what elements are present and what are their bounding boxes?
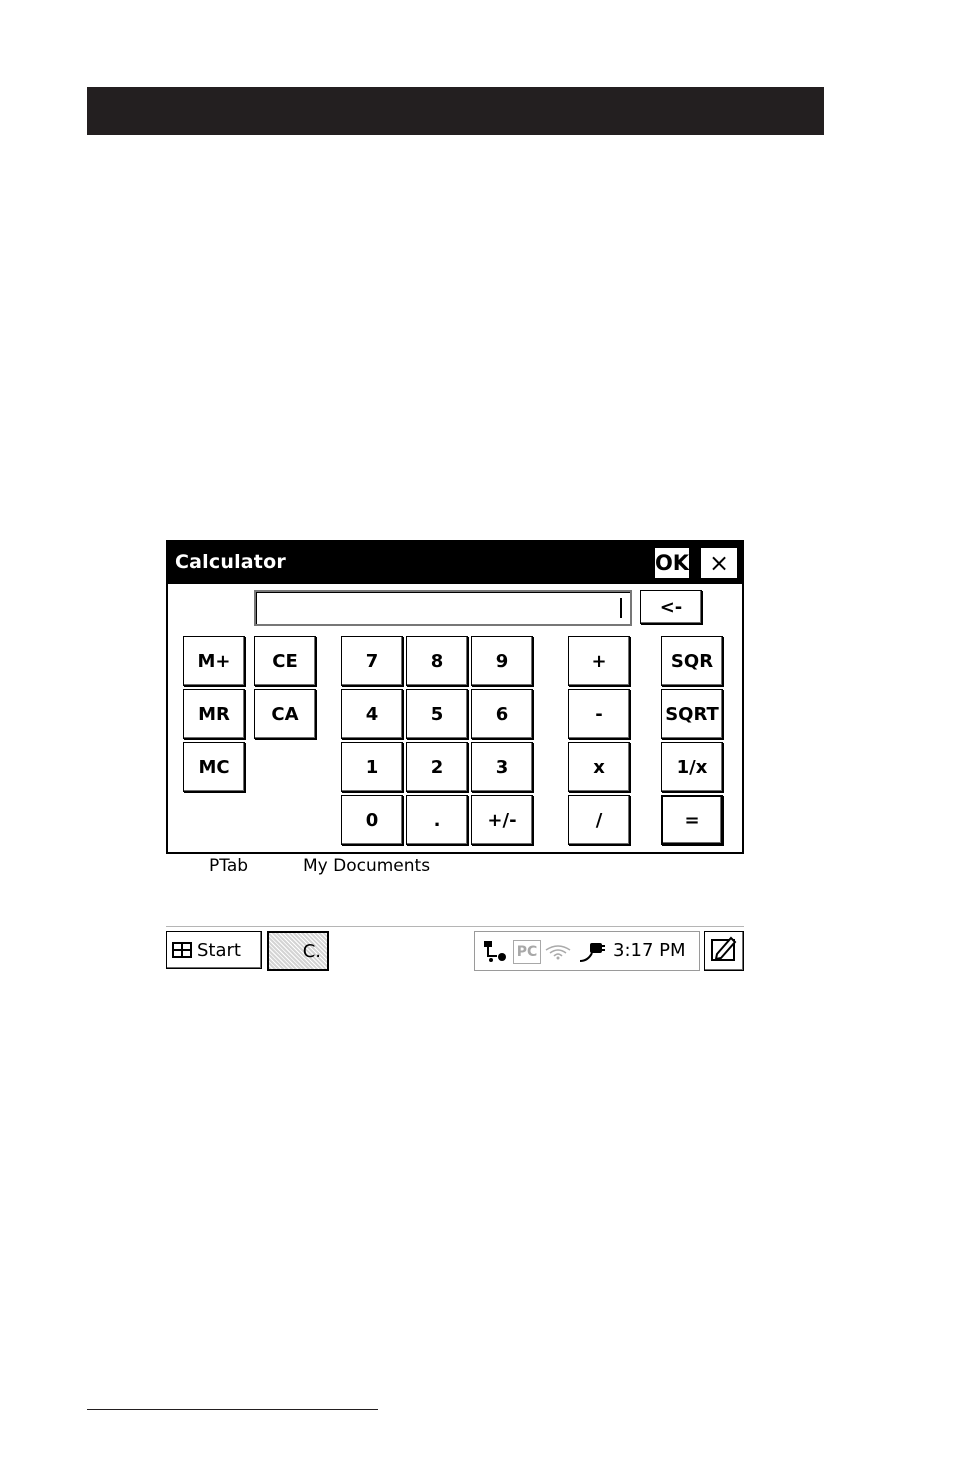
add-button[interactable]: + — [568, 636, 630, 686]
start-label: Start — [197, 939, 241, 961]
calculator-window: Calculator OK × <- M+ CE MR CA MC 7 8 9 … — [166, 540, 744, 854]
memory-clear-button[interactable]: MC — [183, 742, 245, 792]
digit-4-button[interactable]: 4 — [341, 689, 403, 739]
taskbar-calculator-item[interactable]: C. — [267, 931, 329, 971]
desktop-label-ptab[interactable]: PTab — [209, 856, 248, 876]
window-title: Calculator — [175, 551, 286, 573]
desktop-label-my-documents[interactable]: My Documents — [303, 856, 430, 876]
equals-button[interactable]: = — [661, 795, 723, 845]
text-caret — [620, 598, 622, 618]
digit-1-button[interactable]: 1 — [341, 742, 403, 792]
digit-5-button[interactable]: 5 — [406, 689, 468, 739]
desktop-labels: PTab My Documents — [0, 856, 954, 880]
digit-3-button[interactable]: 3 — [471, 742, 533, 792]
clear-entry-button[interactable]: CE — [254, 636, 316, 686]
taskbar: Start C. PC 3:17 PM — [166, 926, 744, 973]
square-button[interactable]: SQR — [661, 636, 723, 686]
input-panel-icon — [709, 934, 739, 968]
digit-8-button[interactable]: 8 — [406, 636, 468, 686]
power-plug-icon[interactable] — [575, 940, 607, 964]
reciprocal-button[interactable]: 1/x — [661, 742, 723, 792]
subtract-button[interactable]: - — [568, 689, 630, 739]
clear-all-button[interactable]: CA — [254, 689, 316, 739]
footer-rule — [87, 1409, 378, 1410]
memory-add-button[interactable]: M+ — [183, 636, 245, 686]
multiply-button[interactable]: x — [568, 742, 630, 792]
square-root-button[interactable]: SQRT — [661, 689, 723, 739]
memory-recall-button[interactable]: MR — [183, 689, 245, 739]
page-header-bar — [87, 87, 824, 135]
network-icon[interactable] — [481, 940, 511, 964]
title-bar: Calculator OK × — [168, 542, 742, 584]
digit-7-button[interactable]: 7 — [341, 636, 403, 686]
start-button[interactable]: Start — [166, 931, 262, 969]
system-tray: PC 3:17 PM — [474, 931, 700, 971]
close-button[interactable]: × — [700, 547, 738, 579]
task-label: C. — [302, 940, 321, 962]
pc-connection-icon[interactable]: PC — [513, 940, 541, 964]
digit-2-button[interactable]: 2 — [406, 742, 468, 792]
digit-9-button[interactable]: 9 — [471, 636, 533, 686]
digit-0-button[interactable]: 0 — [341, 795, 403, 845]
plus-minus-button[interactable]: +/- — [471, 795, 533, 845]
input-panel-button[interactable] — [704, 931, 744, 971]
display-field[interactable] — [254, 590, 632, 626]
ok-button[interactable]: OK — [654, 547, 690, 579]
divide-button[interactable]: / — [568, 795, 630, 845]
decimal-point-button[interactable]: . — [406, 795, 468, 845]
digit-6-button[interactable]: 6 — [471, 689, 533, 739]
start-windows-icon — [171, 939, 193, 961]
clock[interactable]: 3:17 PM — [613, 940, 686, 961]
backspace-button[interactable]: <- — [640, 590, 702, 624]
wireless-icon[interactable] — [543, 940, 573, 964]
